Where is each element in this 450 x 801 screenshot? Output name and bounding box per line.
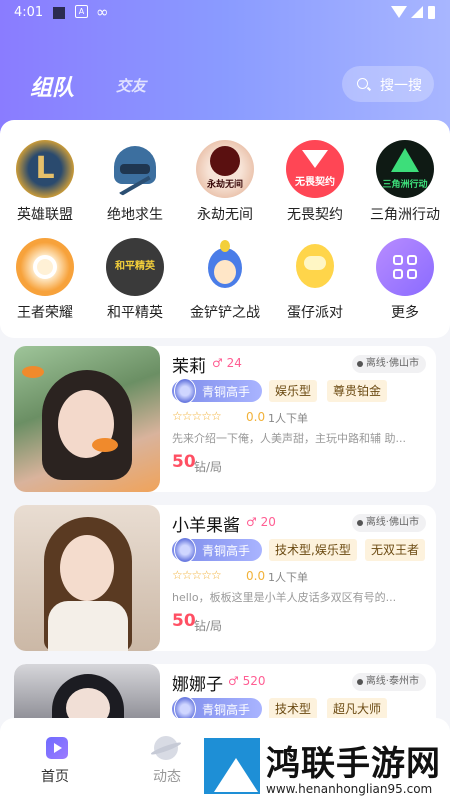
game-grid: L 英雄联盟 绝地求生 永劫无间 永劫无间 无畏契约 无畏契约 三角洲行动 三角…: [0, 120, 450, 338]
watermark-title: 鸿联手游网: [266, 744, 441, 784]
order-count: 1人下单: [268, 571, 308, 584]
nav-home-label[interactable]: 首页: [41, 766, 69, 786]
game-item-pubg[interactable]: 绝地求生: [90, 140, 180, 224]
watermark: 鸿联手游网 www.henanhonglian95.com: [200, 730, 450, 801]
search-icon: [357, 78, 368, 89]
player-avatar: [14, 664, 160, 724]
rank-badge: 青铜高手: [172, 696, 262, 722]
game-name: 金铲铲之战: [190, 305, 260, 321]
player-location: 离线·佛山市: [351, 355, 426, 373]
watermark-url: www.henanhonglian95.com: [266, 782, 433, 796]
home-icon[interactable]: [46, 737, 68, 759]
order-count: 1人下单: [268, 412, 308, 425]
player-tag: 无双王者: [365, 539, 426, 561]
tab-team[interactable]: 组队: [30, 70, 74, 102]
price-unit: 钻/局: [194, 619, 223, 633]
game-name: 和平精英: [107, 305, 163, 321]
game-item-naraka[interactable]: 永劫无间 永劫无间: [180, 140, 270, 224]
app-notification-icon: A: [75, 5, 88, 18]
game-item-more[interactable]: 更多: [360, 238, 450, 322]
infinity-icon: ∞: [96, 3, 109, 21]
nav-feed-label[interactable]: 动态: [153, 766, 181, 786]
player-tag: 超凡大师: [327, 698, 388, 720]
watermark-logo: [204, 738, 260, 794]
player-location: 离线·泰州市: [351, 673, 426, 691]
player-intro: hello，板板这里是小羊人皮话多双区有号的...: [172, 591, 397, 604]
player-nickname: 茉莉: [172, 357, 206, 377]
rank-badge: 青铜高手: [172, 378, 262, 404]
player-likes: ♂ 520: [228, 674, 266, 688]
player-tag: 技术型,娱乐型: [269, 539, 357, 561]
game-name: 英雄联盟: [17, 207, 73, 223]
rating-stars-icon: ☆☆☆☆☆: [172, 568, 222, 582]
game-name: 无畏契约: [287, 207, 343, 223]
game-name: 绝地求生: [107, 207, 163, 223]
search-button[interactable]: 搜一搜: [342, 66, 434, 102]
rating-score: 0.0: [246, 410, 266, 424]
tab-friends[interactable]: 交友: [116, 75, 146, 96]
rating-stars-icon: ☆☆☆☆☆: [172, 409, 222, 423]
game-name: 王者荣耀: [17, 305, 73, 321]
wifi-icon: [391, 6, 407, 18]
shield-icon: [174, 537, 196, 563]
player-card[interactable]: 小羊果酱 ♂ 20 离线·佛山市 青铜高手 技术型,娱乐型 无双王者 ☆☆☆☆☆…: [14, 505, 436, 651]
player-tag: 娱乐型: [269, 380, 318, 402]
search-label: 搜一搜: [380, 78, 422, 94]
player-likes: ♂ 20: [246, 515, 276, 529]
player-avatar: [14, 505, 160, 651]
player-card[interactable]: 茉莉 ♂ 24 离线·佛山市 青铜高手 娱乐型 尊贵铂金 ☆☆☆☆☆ 0.0 1…: [14, 346, 436, 492]
game-item-tft[interactable]: 金铲铲之战: [180, 238, 270, 322]
battery-icon: [428, 6, 435, 19]
status-time: 4:01: [14, 5, 44, 20]
player-nickname: 小羊果酱: [172, 516, 240, 536]
game-name: 更多: [391, 305, 419, 321]
valorant-icon: 无畏契约: [286, 140, 344, 198]
player-location: 离线·佛山市: [351, 514, 426, 532]
game-name: 蛋仔派对: [287, 305, 343, 321]
price-unit: 钻/局: [194, 460, 223, 474]
peacekeeper-elite-icon: 和平精英: [106, 238, 164, 296]
price-value: 50: [172, 611, 196, 631]
player-card[interactable]: 娜娜子 ♂ 520 离线·泰州市 青铜高手 技术型 超凡大师: [14, 664, 436, 724]
game-name: 三角洲行动: [370, 207, 440, 223]
planet-icon[interactable]: [154, 736, 178, 760]
player-intro: 先来介绍一下俺，人美声甜，主玩中路和辅 助...: [172, 432, 406, 445]
player-avatar: [14, 346, 160, 492]
notification-icon: [53, 7, 65, 19]
lol-icon: L: [16, 140, 74, 198]
eggy-icon: [286, 238, 344, 296]
game-item-valorant[interactable]: 无畏契约 无畏契约: [270, 140, 360, 224]
rating-score: 0.0: [246, 569, 266, 583]
honor-of-kings-icon: [16, 238, 74, 296]
game-name: 永劫无间: [197, 207, 253, 223]
player-likes: ♂ 24: [212, 356, 242, 370]
game-item-delta-force[interactable]: 三角洲行动 三角洲行动: [360, 140, 450, 224]
rank-badge: 青铜高手: [172, 537, 262, 563]
grid-icon: [376, 238, 434, 296]
naraka-icon: 永劫无间: [196, 140, 254, 198]
player-tag: 尊贵铂金: [327, 380, 388, 402]
game-item-eggy-party[interactable]: 蛋仔派对: [270, 238, 360, 322]
status-bar: 4:01 A ∞: [0, 0, 450, 26]
helmet-icon: [106, 140, 164, 198]
signal-icon: [411, 6, 423, 18]
player-nickname: 娜娜子: [172, 675, 223, 695]
delta-force-icon: 三角洲行动: [376, 140, 434, 198]
game-item-lol[interactable]: L 英雄联盟: [0, 140, 90, 224]
penguin-icon: [196, 238, 254, 296]
game-item-honor-of-kings[interactable]: 王者荣耀: [0, 238, 90, 322]
game-item-peacekeeper-elite[interactable]: 和平精英 和平精英: [90, 238, 180, 322]
player-tag: 技术型: [269, 698, 318, 720]
price-value: 50: [172, 452, 196, 472]
shield-icon: [174, 378, 196, 404]
